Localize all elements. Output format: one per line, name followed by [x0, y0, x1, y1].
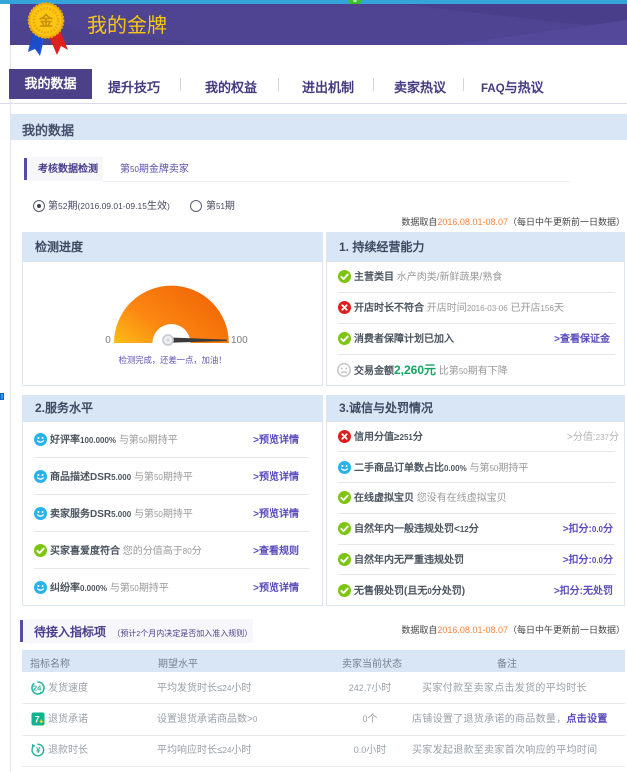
svg-text:7: 7 — [34, 714, 39, 725]
svg-text:¥: ¥ — [36, 746, 41, 755]
svg-text:24: 24 — [33, 683, 42, 692]
svg-text:0: 0 — [105, 335, 111, 346]
svg-text:100: 100 — [231, 335, 248, 346]
svg-text:金: 金 — [38, 13, 54, 29]
